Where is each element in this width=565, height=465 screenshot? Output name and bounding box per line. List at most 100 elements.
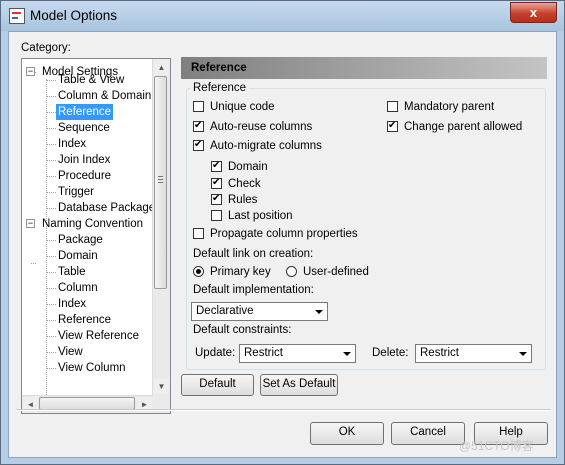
select-value: Declarative: [196, 305, 254, 317]
checkbox-unchecked-icon: [193, 228, 204, 239]
collapse-icon[interactable]: −: [26, 219, 35, 228]
propagate-column-properties-checkbox[interactable]: Propagate column properties: [193, 227, 358, 243]
delete-constraint-select[interactable]: Restrict: [415, 344, 532, 363]
tree-connector: [46, 368, 56, 369]
checkbox-label: Check: [228, 178, 261, 190]
primary-key-radio[interactable]: Primary key: [193, 265, 271, 281]
tree-item-domain[interactable]: Domain: [56, 248, 100, 264]
radio-label: User-defined: [303, 266, 369, 278]
checkbox-label: Auto-reuse columns: [210, 121, 313, 133]
category-tree[interactable]: − Model Settings Table & View Column & D…: [21, 58, 171, 414]
checkbox-unchecked-icon: [193, 101, 204, 112]
scroll-down-icon[interactable]: ▼: [154, 379, 169, 394]
grip-icon: [158, 176, 163, 177]
checkbox-label: Last position: [228, 210, 293, 222]
mandatory-parent-checkbox[interactable]: Mandatory parent: [387, 100, 494, 116]
tree-item-column[interactable]: Column: [56, 280, 100, 296]
tree-connector: [46, 304, 56, 305]
update-label: Update:: [195, 347, 236, 359]
tree-item-index[interactable]: Index: [56, 136, 88, 152]
tree-item-view[interactable]: View: [56, 344, 85, 360]
select-value: Restrict: [420, 347, 459, 359]
tree-connector: [46, 80, 56, 81]
user-defined-radio[interactable]: User-defined: [286, 265, 369, 281]
divider: [16, 409, 551, 411]
tree-item-index-naming[interactable]: Index: [56, 296, 88, 312]
delete-label: Delete:: [372, 347, 409, 359]
grip-icon: [158, 179, 163, 180]
change-parent-allowed-checkbox[interactable]: Change parent allowed: [387, 119, 523, 136]
auto-migrate-columns-checkbox[interactable]: Auto-migrate columns: [193, 138, 322, 155]
cancel-button[interactable]: Cancel: [391, 422, 465, 445]
tree-connector: [46, 352, 56, 353]
tree-item-naming-convention[interactable]: Naming Convention: [40, 216, 145, 232]
default-implementation-select[interactable]: Declarative: [191, 302, 328, 321]
radio-unselected-icon: [286, 266, 297, 277]
tree-vertical-scroll-thumb[interactable]: [154, 76, 167, 289]
checkbox-label: Domain: [228, 161, 268, 173]
app-icon: [9, 8, 25, 24]
checkmark-icon: [193, 119, 204, 133]
grip-icon: [158, 182, 163, 183]
default-constraints-label: Default constraints:: [193, 324, 292, 336]
tree-connector: [46, 256, 56, 257]
tree-connector: [46, 112, 56, 113]
tree-item-reference-selected[interactable]: Reference: [56, 104, 114, 120]
domain-checkbox[interactable]: Domain: [211, 159, 268, 176]
default-button[interactable]: Default: [181, 374, 254, 396]
chevron-down-icon[interactable]: [311, 304, 326, 319]
ok-button[interactable]: OK: [310, 422, 384, 445]
model-options-window: Model Options x Category: − Model Settin…: [0, 0, 565, 465]
tree-item-reference-naming[interactable]: Reference: [56, 312, 113, 328]
tree-connector: [46, 160, 56, 161]
tree-item-column-domain[interactable]: Column & Domain: [56, 88, 153, 104]
checkbox-unchecked-icon: [387, 101, 398, 112]
tree-vertical-scrollbar[interactable]: ▲ ▼: [152, 59, 170, 396]
last-position-checkbox[interactable]: Last position: [211, 209, 293, 225]
tree-connector: [46, 288, 56, 289]
button-label: Cancel: [410, 426, 446, 438]
default-implementation-label: Default implementation:: [193, 284, 314, 296]
chevron-down-icon[interactable]: [339, 346, 354, 361]
tree-connector: [46, 79, 47, 413]
tree-item-procedure[interactable]: Procedure: [56, 168, 113, 184]
tree-item-join-index[interactable]: Join Index: [56, 152, 112, 168]
tree-item-sequence[interactable]: Sequence: [56, 120, 112, 136]
radio-label: Primary key: [210, 266, 271, 278]
tree-item-table[interactable]: Table: [56, 264, 88, 280]
check-checkbox[interactable]: Check: [211, 176, 261, 193]
default-link-label: Default link on creation:: [193, 248, 314, 260]
scroll-up-icon[interactable]: ▲: [154, 60, 169, 75]
button-label: Default: [199, 378, 236, 390]
button-label: OK: [338, 426, 356, 438]
checkmark-icon: [387, 119, 398, 133]
unique-code-checkbox[interactable]: Unique code: [193, 100, 275, 116]
radio-selected-icon: [193, 266, 204, 277]
tree-item-table-view[interactable]: Table & View: [56, 72, 126, 88]
checkmark-icon: [211, 159, 222, 173]
tree-item-view-reference[interactable]: View Reference: [56, 328, 141, 344]
tree-connector: [46, 176, 56, 177]
tree-item-trigger[interactable]: Trigger: [56, 184, 96, 200]
close-button[interactable]: x: [510, 2, 557, 23]
panel-header: Reference: [181, 57, 547, 79]
tree-connector: [46, 192, 56, 193]
rules-checkbox[interactable]: Rules: [211, 192, 257, 209]
tree-item-package[interactable]: Package: [56, 232, 105, 248]
update-constraint-select[interactable]: Restrict: [239, 344, 356, 363]
checkbox-label: Mandatory parent: [404, 101, 495, 113]
tree-connector: [46, 336, 56, 337]
tree-item-database-package[interactable]: Database Package: [56, 200, 157, 216]
tree-connector: [46, 272, 56, 273]
checkmark-icon: [211, 192, 222, 206]
set-as-default-button[interactable]: Set As Default: [260, 374, 338, 396]
tree-connector: [46, 240, 56, 241]
title-bar: Model Options x: [1, 1, 564, 31]
chevron-down-icon[interactable]: [515, 346, 530, 361]
checkbox-label: Auto-migrate columns: [210, 140, 322, 152]
tree-item-view-column[interactable]: View Column: [56, 360, 128, 376]
collapse-icon[interactable]: −: [26, 67, 35, 76]
category-label: Category:: [21, 42, 71, 54]
auto-reuse-columns-checkbox[interactable]: Auto-reuse columns: [193, 119, 313, 136]
checkbox-label: Change parent allowed: [404, 121, 523, 133]
